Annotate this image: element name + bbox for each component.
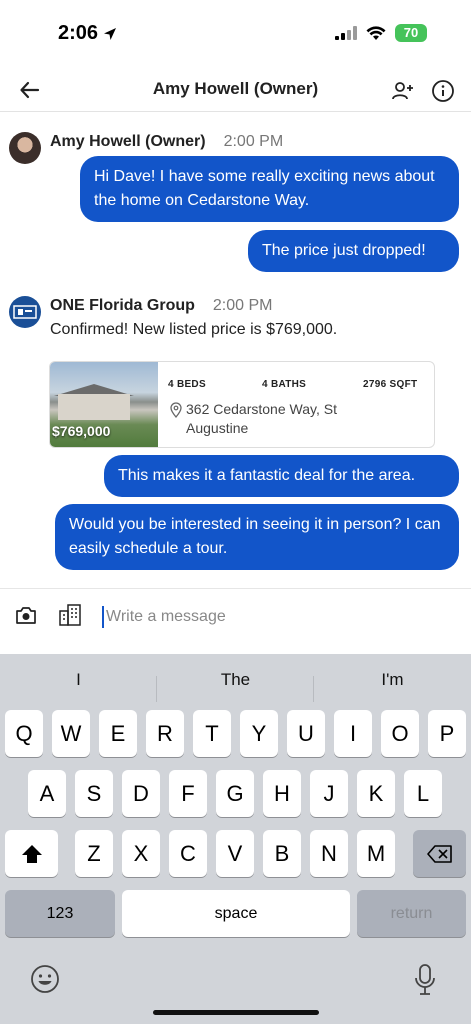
- key-h[interactable]: H: [263, 770, 301, 817]
- cellular-signal-icon: [335, 26, 357, 40]
- space-key[interactable]: space: [122, 890, 350, 937]
- listing-beds: 4 BEDS: [168, 379, 206, 390]
- suggestion-2[interactable]: The: [157, 664, 314, 696]
- key-s[interactable]: S: [75, 770, 113, 817]
- microphone-icon: [415, 964, 435, 995]
- avatar-amy-howell[interactable]: [9, 132, 41, 164]
- dictation-button[interactable]: [414, 964, 436, 1001]
- key-o[interactable]: O: [381, 710, 419, 757]
- key-n[interactable]: N: [310, 830, 348, 877]
- message-text-group: Confirmed! New listed price is $769,000.: [50, 321, 338, 338]
- key-d[interactable]: D: [122, 770, 160, 817]
- emoji-button[interactable]: [30, 964, 60, 999]
- key-r[interactable]: R: [146, 710, 184, 757]
- listing-photo: $769,000: [50, 362, 158, 447]
- key-y[interactable]: Y: [240, 710, 278, 757]
- key-q[interactable]: Q: [5, 710, 43, 757]
- key-w[interactable]: W: [52, 710, 90, 757]
- camera-button[interactable]: [15, 605, 37, 625]
- camera-icon: [16, 607, 36, 624]
- listing-card[interactable]: $769,000 4 BEDS 4 BATHS 2796 SQFT 362 Ce…: [49, 361, 435, 448]
- key-a[interactable]: A: [28, 770, 66, 817]
- house-shape: [58, 394, 130, 420]
- sender-name-text: Amy Howell (Owner): [50, 133, 206, 150]
- message-bubble-amy-1[interactable]: Hi Dave! I have some really exciting new…: [80, 156, 459, 222]
- location-pin-icon: [170, 402, 182, 418]
- key-j[interactable]: J: [310, 770, 348, 817]
- battery-indicator: 70: [395, 24, 427, 42]
- listing-baths: 4 BATHS: [262, 379, 307, 390]
- backspace-icon: [426, 844, 452, 863]
- property-button[interactable]: [58, 603, 82, 627]
- location-arrow-icon: [104, 27, 117, 40]
- status-indicators: 70: [335, 24, 427, 42]
- company-logo-icon: [13, 305, 37, 319]
- key-c[interactable]: C: [169, 830, 207, 877]
- suggestion-1[interactable]: I: [0, 664, 157, 696]
- add-user-icon: [392, 82, 413, 100]
- key-e[interactable]: E: [99, 710, 137, 757]
- status-bar: 2:06 70: [0, 0, 471, 70]
- message-time: 2:00 PM: [223, 133, 284, 150]
- shift-key[interactable]: [5, 830, 58, 877]
- key-i[interactable]: I: [334, 710, 372, 757]
- key-g[interactable]: G: [216, 770, 254, 817]
- shift-icon: [21, 844, 42, 863]
- return-key[interactable]: return: [357, 890, 466, 937]
- key-u[interactable]: U: [287, 710, 325, 757]
- avatar-one-florida-group[interactable]: [9, 296, 41, 328]
- sender-name-amy: Amy Howell (Owner) 2:00 PM: [50, 133, 283, 151]
- message-composer: [0, 588, 471, 654]
- message-bubble-4[interactable]: Would you be interested in seeing it in …: [55, 504, 459, 570]
- listing-address-text: 362 Cedarstone Way, St Augustine: [186, 401, 337, 436]
- key-k[interactable]: K: [357, 770, 395, 817]
- numbers-key[interactable]: 123: [5, 890, 115, 937]
- listing-sqft: 2796 SQFT: [363, 379, 418, 390]
- status-time: 2:06: [58, 22, 118, 45]
- key-b[interactable]: B: [263, 830, 301, 877]
- building-icon: [59, 604, 81, 626]
- wifi-icon: [366, 25, 386, 40]
- message-bubble-amy-2[interactable]: The price just dropped!: [248, 230, 459, 272]
- info-button[interactable]: [431, 79, 455, 103]
- info-icon: [432, 80, 454, 102]
- message-bubble-3[interactable]: This makes it a fantastic deal for the a…: [104, 455, 459, 497]
- key-t[interactable]: T: [193, 710, 231, 757]
- keyboard: I The I'm Q W E R T Y U I O P A S D F G …: [0, 654, 471, 1024]
- status-time-text: 2:06: [58, 22, 99, 44]
- message-time: 2:00 PM: [212, 297, 273, 314]
- sender-name-group: ONE Florida Group 2:00 PM: [50, 297, 272, 315]
- key-z[interactable]: Z: [75, 830, 113, 877]
- key-l[interactable]: L: [404, 770, 442, 817]
- key-f[interactable]: F: [169, 770, 207, 817]
- chat-header: Amy Howell (Owner): [0, 70, 471, 112]
- add-participant-button[interactable]: [391, 79, 415, 103]
- listing-price: $769,000: [52, 423, 111, 439]
- suggestion-3[interactable]: I'm: [314, 664, 471, 696]
- delete-key[interactable]: [413, 830, 466, 877]
- key-x[interactable]: X: [122, 830, 160, 877]
- listing-address: 362 Cedarstone Way, St Augustine: [170, 400, 370, 438]
- suggestion-bar: I The I'm: [0, 664, 471, 702]
- key-m[interactable]: M: [357, 830, 395, 877]
- key-p[interactable]: P: [428, 710, 466, 757]
- message-input[interactable]: [102, 606, 442, 628]
- key-v[interactable]: V: [216, 830, 254, 877]
- home-indicator[interactable]: [153, 1010, 319, 1015]
- emoji-icon: [31, 965, 59, 993]
- sender-name-text: ONE Florida Group: [50, 297, 195, 314]
